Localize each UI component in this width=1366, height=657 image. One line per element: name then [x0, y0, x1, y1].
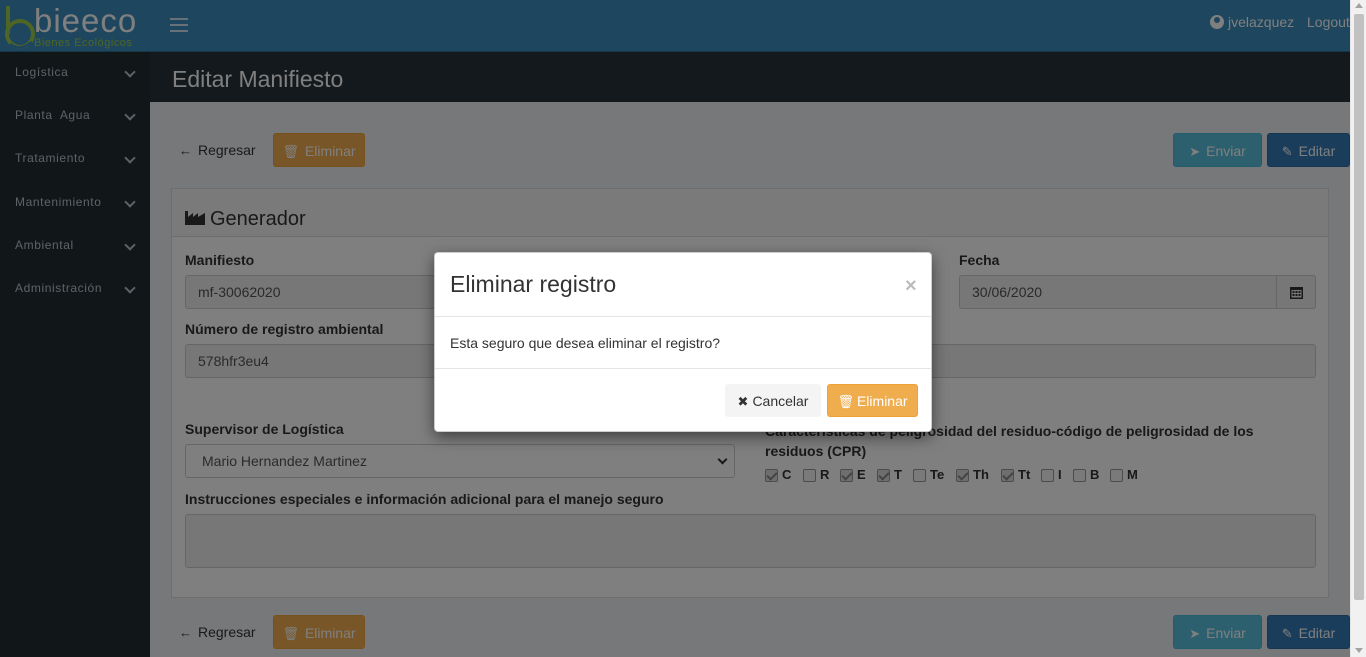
trash-icon: 🗑	[837, 394, 854, 409]
modal-title: Eliminar registro	[450, 271, 617, 297]
scroll-up-arrow-icon[interactable]	[1355, 3, 1363, 8]
modal-message: Esta seguro que desea eliminar el regist…	[450, 335, 721, 351]
cancel-label: Cancelar	[752, 393, 809, 409]
modal-footer-divider	[435, 368, 931, 369]
cancel-button[interactable]: ✖ Cancelar	[725, 384, 821, 417]
close-icon[interactable]: ×	[905, 275, 917, 298]
times-icon: ✖	[737, 394, 749, 409]
confirm-label: Eliminar	[856, 393, 908, 409]
modal-header: Eliminar registro ×	[435, 253, 931, 317]
confirm-delete-button[interactable]: 🗑 Eliminar	[827, 384, 918, 417]
scroll-down-arrow-icon[interactable]	[1355, 648, 1363, 653]
scrollbar-thumb[interactable]	[1354, 14, 1364, 600]
page-scrollbar[interactable]	[1350, 0, 1366, 657]
delete-confirm-modal: Eliminar registro × Esta seguro que dese…	[434, 252, 932, 432]
